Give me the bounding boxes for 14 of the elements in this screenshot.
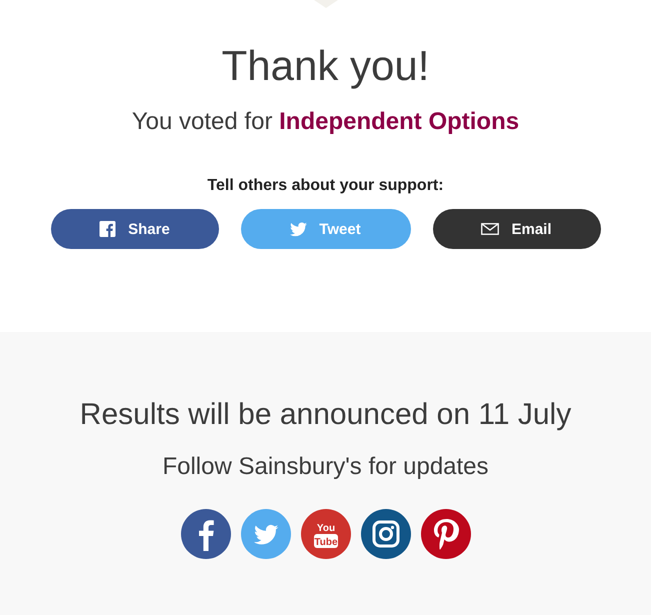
- camera-icon[interactable]: [360, 509, 410, 559]
- facebook-icon: [99, 221, 116, 237]
- results-title: Results will be announced on 11 July: [80, 397, 572, 433]
- vote-message: You voted for Independent Options: [132, 107, 520, 137]
- facebook-icon[interactable]: [180, 509, 230, 559]
- youtube-icon[interactable]: You Tube: [300, 509, 350, 559]
- share-prompt: Tell others about your support:: [207, 176, 444, 196]
- share-button[interactable]: Share: [50, 209, 218, 249]
- envelope-icon: [481, 223, 500, 235]
- pinterest-icon[interactable]: [420, 509, 470, 559]
- bird-icon: [290, 221, 308, 237]
- email-button[interactable]: Email: [432, 209, 600, 249]
- follow-text: Follow Sainsbury's for updates: [162, 452, 489, 482]
- thank-you-heading: Thank you!: [222, 41, 430, 91]
